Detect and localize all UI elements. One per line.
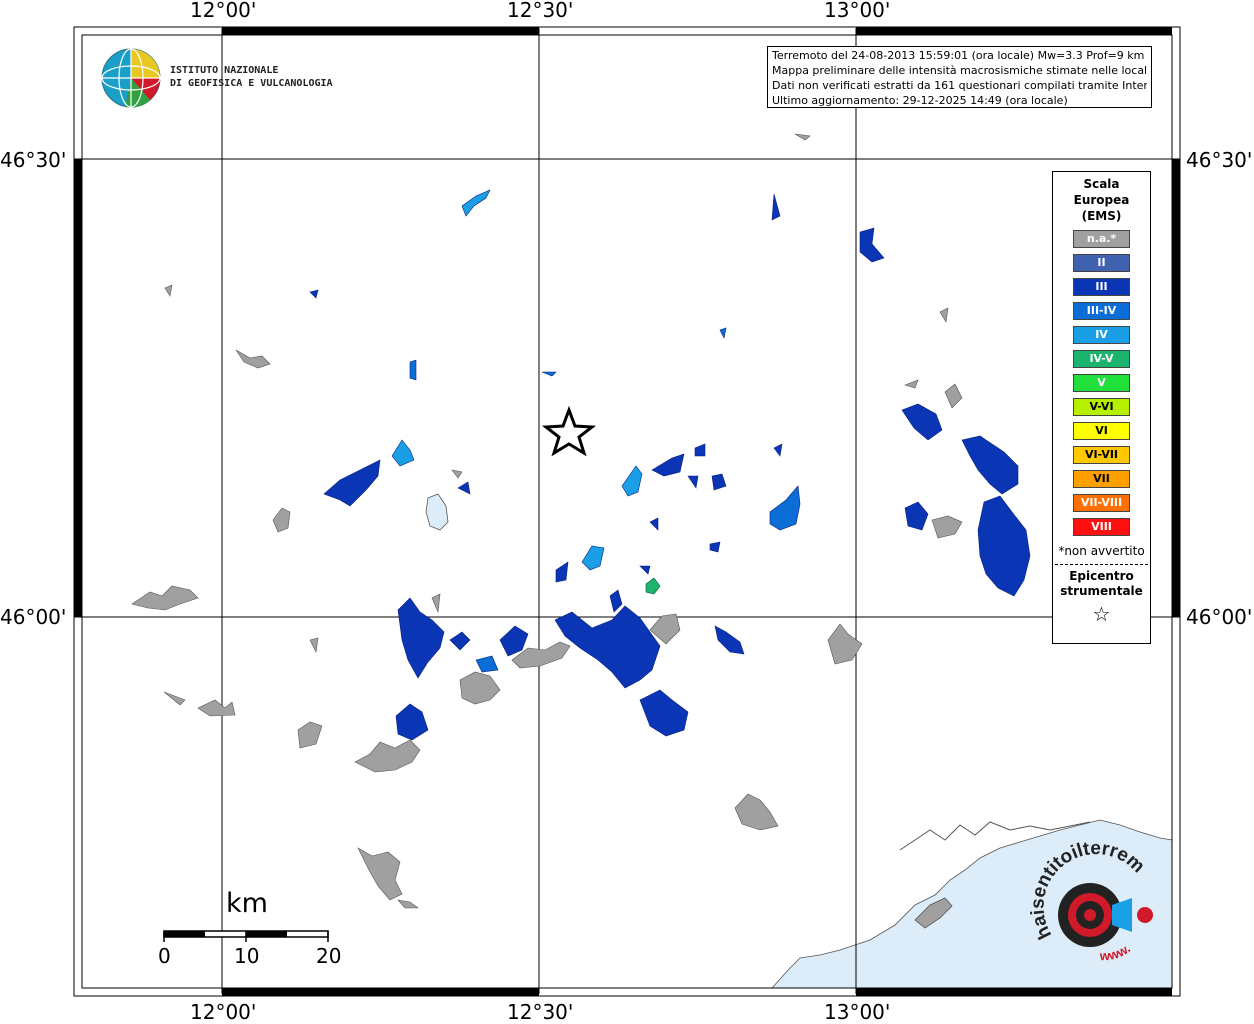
localities-intensity-iii: [309, 193, 1031, 741]
lon-label-top-1300: 13°00': [824, 0, 891, 22]
lon-label-bottom-1230: 12°30': [507, 1000, 574, 1024]
legend-item: VI: [1073, 422, 1130, 440]
ingv-logo-text: ISTITUTO NAZIONALE DI GEOFISICA E VULCAN…: [170, 64, 333, 90]
legend-title: Scala Europea (EMS): [1053, 176, 1150, 224]
localities-intensity-iii-iv: [409, 327, 801, 673]
scale-tick-10: 10: [234, 944, 260, 968]
legend-item: n.a.*: [1073, 230, 1130, 248]
info-line-3: Dati non verificati estratti da 161 ques…: [772, 79, 1147, 92]
lake: [425, 493, 449, 531]
lon-label-top-1230: 12°30': [507, 0, 574, 22]
legend-item: III-IV: [1073, 302, 1130, 320]
legend-title-line2: Europea: [1073, 193, 1130, 207]
lat-label-right-4630: 46°30': [1186, 148, 1253, 172]
legend-item: IV: [1073, 326, 1130, 344]
legend-item: V-VI: [1073, 398, 1130, 416]
lon-label-bottom-1200: 12°00': [190, 1000, 257, 1024]
legend-item: III: [1073, 278, 1130, 296]
legend-item: V: [1073, 374, 1130, 392]
lat-label-left-4600: 46°00': [0, 605, 67, 629]
info-line-4: Ultimo aggiornamento: 29-12-2025 14:49 (…: [772, 94, 1068, 107]
epicenter-star: [541, 405, 597, 457]
earthquake-info-box: Terremoto del 24-08-2013 15:59:01 (ora l…: [767, 46, 1152, 108]
legend-note: *non avvertito: [1058, 544, 1145, 558]
legend-epicenter-line1: Epicentro: [1069, 569, 1134, 583]
legend-item: VII-VIII: [1073, 494, 1130, 512]
legend-item: II: [1073, 254, 1130, 272]
legend-item: IV-V: [1073, 350, 1130, 368]
legend-item: VIII: [1073, 518, 1130, 536]
ingv-line2: DI GEOFISICA E VULCANOLOGIA: [170, 78, 333, 89]
hst-logo-icon: haisentitoilterremoto.it www.: [0, 0, 1153, 963]
ingv-line1: ISTITUTO NAZIONALE: [170, 65, 279, 76]
scale-tick-20: 20: [316, 944, 342, 968]
scale-unit: km: [226, 888, 268, 919]
ingv-logo-icon: [101, 48, 161, 108]
legend-items: n.a.* II III III-IV IV IV-V V V-VI VI VI-VII VII VI…: [1053, 230, 1150, 536]
scale-tick-0: 0: [158, 944, 171, 968]
legend-item: VI-VII: [1073, 446, 1130, 464]
legend-item: VII: [1073, 470, 1130, 488]
scale-bar: [163, 930, 329, 942]
info-line-1: Terremoto del 24-08-2013 15:59:01 (ora l…: [772, 49, 1145, 62]
ems-legend: Scala Europea (EMS) n.a.* II III III-IV IV IV…: [1052, 171, 1151, 644]
lat-label-right-4600: 46°00': [1186, 605, 1253, 629]
legend-star-icon: ☆: [1092, 602, 1111, 626]
legend-epicenter-line2: strumentale: [1060, 584, 1143, 598]
lat-label-left-4630: 46°30': [0, 148, 67, 172]
locality-intensity-iv-v: [645, 577, 661, 595]
legend-title-line1: Scala: [1083, 177, 1120, 191]
localities-not-felt: [131, 133, 963, 909]
hst-logo-text: haisentitoilterremoto.it: [0, 0, 1148, 942]
legend-title-line3: (EMS): [1081, 209, 1122, 223]
lon-label-bottom-1300: 13°00': [824, 1000, 891, 1024]
legend-separator: [1055, 564, 1148, 565]
svg-text:haisentitoilterremoto.it: haisentitoilterremoto.it: [0, 0, 1148, 942]
legend-epicenter-label: Epicentro strumentale: [1053, 569, 1150, 599]
info-line-2: Mappa preliminare delle intensità macros…: [772, 64, 1147, 77]
lon-label-top-1200: 12°00': [190, 0, 257, 22]
